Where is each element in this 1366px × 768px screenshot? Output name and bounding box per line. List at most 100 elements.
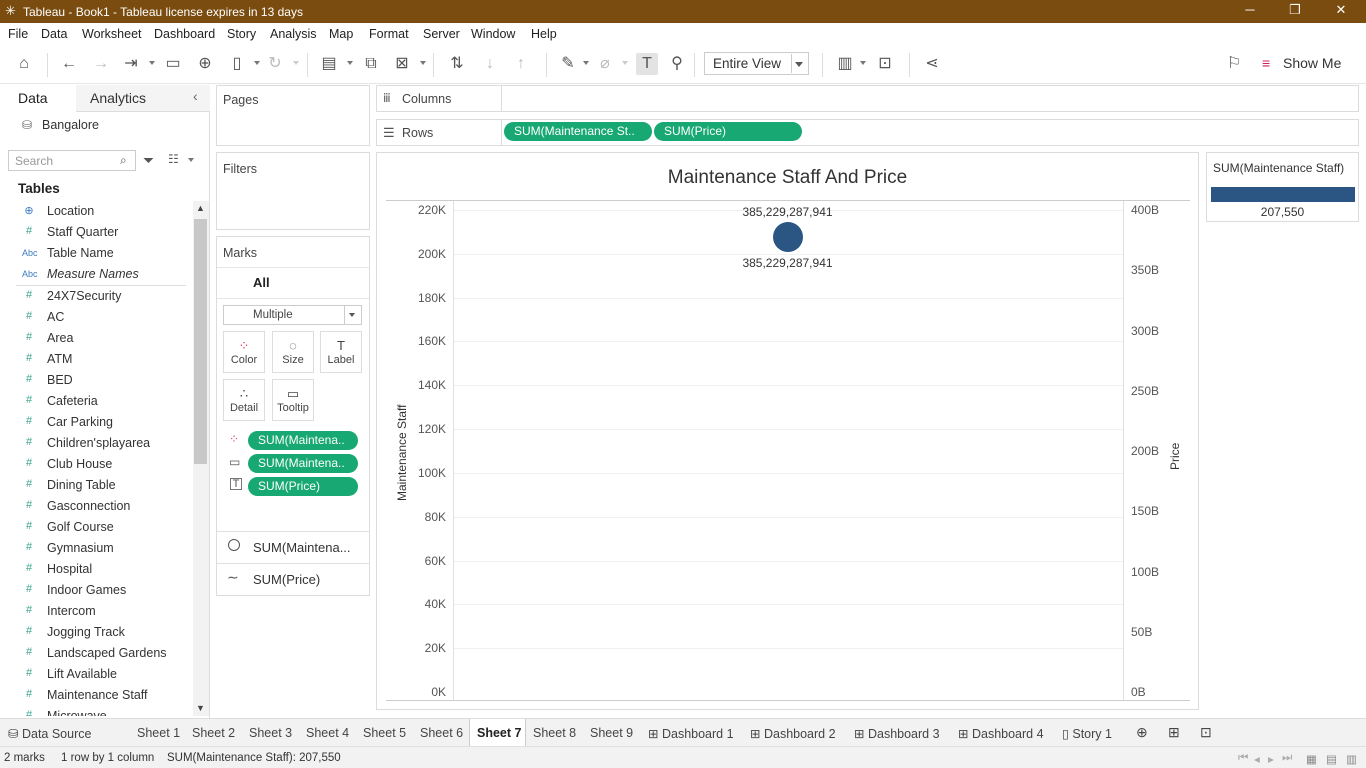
new-story-tab-icon[interactable]: ⊡ — [1200, 724, 1212, 741]
field-item[interactable]: # Hospital — [0, 559, 192, 580]
menu-format[interactable]: Format — [369, 27, 409, 41]
menu-dashboard[interactable]: Dashboard — [154, 27, 215, 41]
label-button[interactable]: T Label — [320, 331, 362, 373]
tab-sheet-8[interactable]: Sheet 8 — [533, 726, 576, 740]
tab-data[interactable]: Data — [0, 85, 76, 112]
clear-sheet-icon[interactable]: ⊠ — [391, 53, 413, 75]
mark-type-select[interactable]: Multiple — [223, 305, 362, 325]
group-icon[interactable]: ⌀ — [594, 53, 616, 75]
show-tabs-icon[interactable]: ▤ — [1326, 752, 1337, 766]
tab-sheet-5[interactable]: Sheet 5 — [363, 726, 406, 740]
new-dashboard-tab-icon[interactable]: ⊞ — [1168, 724, 1180, 741]
field-item[interactable]: # Area — [0, 328, 192, 349]
marks-pill-label[interactable]: SUM(Price) — [248, 477, 358, 496]
field-item[interactable]: # Jogging Track — [0, 622, 192, 643]
scroll-down-icon[interactable]: ▼ — [196, 703, 205, 713]
search-field[interactable]: Search ⌕ — [8, 150, 136, 171]
field-item[interactable]: # Intercom — [0, 601, 192, 622]
last-sheet-icon[interactable]: ⏭ — [1282, 752, 1292, 765]
field-item[interactable]: # Children'splayarea — [0, 433, 192, 454]
show-filmstrip-icon[interactable]: ▦ — [1306, 752, 1317, 766]
share-icon[interactable]: ⋖ — [921, 53, 943, 75]
list-options-chevron-icon[interactable] — [188, 158, 194, 162]
duplicate-icon[interactable]: ⧉ — [360, 53, 382, 75]
marks-card-maintenance[interactable]: SUM(Maintena... — [217, 532, 369, 563]
tab-sheet-4[interactable]: Sheet 4 — [306, 726, 349, 740]
sort-ascending-icon[interactable]: ↓ — [479, 53, 501, 75]
show-me-button[interactable]: ≡ Show Me — [1260, 53, 1350, 75]
fix-axes-icon[interactable]: ⚲ — [666, 53, 688, 75]
pause-updates-icon[interactable]: ▯ — [226, 53, 248, 75]
field-item[interactable]: Abc Table Name — [0, 243, 192, 264]
view-mode-select[interactable]: Entire View — [704, 52, 809, 75]
field-item[interactable]: Abc Measure Names — [0, 264, 192, 285]
field-item[interactable]: # Cafeteria — [0, 391, 192, 412]
menu-window[interactable]: Window — [471, 27, 515, 41]
menu-map[interactable]: Map — [329, 27, 353, 41]
tab-dashboard-3[interactable]: ⊞ Dashboard 3 — [854, 726, 940, 741]
tab-data-source[interactable]: ⛁ Data Source — [8, 726, 91, 741]
scroll-up-icon[interactable]: ▲ — [196, 203, 205, 213]
rows-pill-price[interactable]: SUM(Price) — [654, 122, 802, 141]
tab-sheet-3[interactable]: Sheet 3 — [249, 726, 292, 740]
menu-story[interactable]: Story — [227, 27, 256, 41]
filter-icon[interactable]: ⏷ — [143, 152, 154, 169]
pages-card[interactable]: Pages — [216, 85, 370, 146]
datasource-item[interactable]: ⛁ Bangalore — [22, 117, 202, 135]
field-item[interactable]: # Microwave — [0, 706, 192, 716]
marks-all-tab[interactable]: All — [253, 275, 270, 290]
view-list-icon[interactable]: ☷ — [168, 152, 179, 166]
presentation-icon[interactable]: ⊡ — [874, 53, 896, 75]
home-icon[interactable]: ⌂ — [13, 53, 35, 75]
redo-icon[interactable]: → — [90, 53, 112, 75]
show-cards-icon[interactable]: ▥ — [834, 53, 856, 75]
scrollbar-thumb[interactable] — [194, 219, 207, 464]
tab-dashboard-4[interactable]: ⊞ Dashboard 4 — [958, 726, 1044, 741]
tab-story-1[interactable]: ▯ Story 1 — [1062, 726, 1112, 741]
field-item[interactable]: # Golf Course — [0, 517, 192, 538]
tab-analytics[interactable]: Analytics ‹ — [76, 85, 210, 112]
field-item[interactable]: # Landscaped Gardens — [0, 643, 192, 664]
field-item[interactable]: # ATM — [0, 349, 192, 370]
size-button[interactable]: ◌ Size — [272, 331, 314, 373]
format-painter-icon[interactable]: ⚐ — [1223, 53, 1245, 75]
tab-sheet-1[interactable]: Sheet 1 — [137, 726, 180, 740]
field-item[interactable]: # Dining Table — [0, 475, 192, 496]
tooltip-button[interactable]: ▭ Tooltip — [272, 379, 314, 421]
minimize-icon[interactable]: ─ — [1240, 2, 1260, 20]
field-scrollbar[interactable]: ▲ ▼ — [193, 201, 209, 716]
new-worksheet-tab-icon[interactable]: ⊕ — [1136, 724, 1148, 741]
close-icon[interactable]: ✕ — [1331, 2, 1351, 20]
menu-server[interactable]: Server — [423, 27, 460, 41]
tab-dashboard-2[interactable]: ⊞ Dashboard 2 — [750, 726, 836, 741]
new-worksheet-icon[interactable]: ▤ — [318, 53, 340, 75]
field-item[interactable]: # Lift Available — [0, 664, 192, 685]
tab-sheet-9[interactable]: Sheet 9 — [590, 726, 633, 740]
field-item[interactable]: # AC — [0, 307, 192, 328]
refresh-icon[interactable]: ↻ — [264, 53, 286, 75]
menu-help[interactable]: Help — [531, 27, 557, 41]
menu-data[interactable]: Data — [41, 27, 67, 41]
field-item[interactable]: # Gymnasium — [0, 538, 192, 559]
field-item[interactable]: # Indoor Games — [0, 580, 192, 601]
prev-sheet-icon[interactable]: ◂ — [1254, 752, 1260, 766]
menu-analysis[interactable]: Analysis — [270, 27, 317, 41]
replay-icon[interactable]: ⇥ — [120, 53, 142, 75]
columns-shelf[interactable]: ⅲ Columns — [376, 85, 1359, 112]
field-item[interactable]: ⊕ Location — [0, 201, 192, 222]
marks-card-price[interactable]: ∼ SUM(Price) — [217, 564, 369, 595]
field-item[interactable]: # Maintenance Staff — [0, 685, 192, 706]
marks-pill-tooltip[interactable]: SUM(Maintena.. — [248, 454, 358, 473]
rows-pill-maintenance[interactable]: SUM(Maintenance St.. — [504, 122, 652, 141]
color-button[interactable]: ⁘ Color — [223, 331, 265, 373]
field-item[interactable]: #24X7Security — [0, 286, 192, 307]
field-item[interactable]: # Club House — [0, 454, 192, 475]
marks-pill-color[interactable]: SUM(Maintena.. — [248, 431, 358, 450]
save-icon[interactable]: ▭ — [162, 53, 184, 75]
next-sheet-icon[interactable]: ▸ — [1268, 752, 1274, 766]
tab-sheet-2[interactable]: Sheet 2 — [192, 726, 235, 740]
sort-descending-icon[interactable]: ↑ — [510, 53, 532, 75]
tab-dashboard-1[interactable]: ⊞ Dashboard 1 — [648, 726, 734, 741]
show-labels-icon[interactable]: T — [636, 53, 658, 75]
show-sheet-sorter-icon[interactable]: ▥ — [1346, 752, 1357, 766]
